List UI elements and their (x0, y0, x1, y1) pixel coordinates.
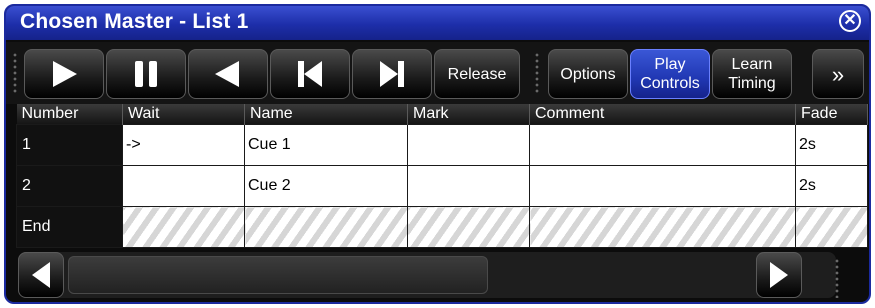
cell-name[interactable]: Cue 1 (244, 124, 408, 166)
cell-fade[interactable]: 2s (795, 165, 868, 207)
table-row[interactable]: 2 Cue 2 2s (16, 165, 868, 207)
cell-mark (407, 206, 530, 248)
column-header-name[interactable]: Name (244, 104, 408, 125)
cell-name (244, 206, 408, 248)
cell-wait[interactable] (122, 165, 245, 207)
scrollbar-thumb[interactable] (68, 256, 488, 294)
cell-comment[interactable] (529, 124, 796, 166)
chosen-master-window: Chosen Master - List 1 ✕ Release Options… (4, 4, 871, 304)
back-button[interactable] (188, 49, 268, 99)
skip-forward-button[interactable] (352, 49, 432, 99)
window-title: Chosen Master - List 1 (20, 10, 249, 33)
cell-comment[interactable] (529, 165, 796, 207)
play-icon (53, 61, 77, 87)
column-header-wait[interactable]: Wait (122, 104, 245, 125)
title-bar[interactable]: Chosen Master - List 1 ✕ (6, 6, 869, 40)
resize-grip-icon[interactable] (834, 258, 840, 298)
skip-back-button[interactable] (270, 49, 350, 99)
scroll-left-icon (32, 262, 50, 288)
play-controls-label: Play Controls (640, 56, 700, 92)
cell-wait[interactable]: -> (122, 124, 245, 166)
cell-name[interactable]: Cue 2 (244, 165, 408, 207)
cell-mark[interactable] (407, 165, 530, 207)
playback-toolbar: Release Options Play Controls Learn Timing… (6, 42, 869, 104)
column-header-fade[interactable]: Fade (795, 104, 868, 125)
scroll-right-icon (770, 262, 788, 288)
pause-button[interactable] (106, 49, 186, 99)
table-header-row: Number Wait Name Mark Comment Fade (16, 104, 868, 125)
table-row[interactable]: 1 -> Cue 1 2s (16, 124, 868, 166)
options-label: Options (560, 65, 616, 83)
cell-wait (122, 206, 245, 248)
chevron-double-right-icon: » (831, 61, 845, 87)
learn-timing-label: Learn Timing (728, 56, 776, 92)
release-button[interactable]: Release (434, 49, 520, 99)
play-button[interactable] (24, 49, 104, 99)
cell-fade (795, 206, 868, 248)
skip-forward-icon (380, 61, 404, 87)
cell-number[interactable]: End (16, 206, 123, 248)
skip-back-icon (298, 61, 322, 87)
more-button[interactable]: » (812, 49, 864, 99)
toolbar-grip-mid-icon[interactable] (534, 52, 540, 94)
options-button[interactable]: Options (548, 49, 628, 99)
column-header-mark[interactable]: Mark (407, 104, 530, 125)
close-icon[interactable]: ✕ (839, 10, 861, 32)
release-label: Release (447, 65, 507, 83)
cue-table: Number Wait Name Mark Comment Fade 1 -> … (16, 104, 868, 248)
cell-comment (529, 206, 796, 248)
play-controls-button[interactable]: Play Controls (630, 49, 710, 99)
pause-icon (135, 61, 157, 87)
column-header-number[interactable]: Number (16, 104, 123, 125)
cell-fade[interactable]: 2s (795, 124, 868, 166)
scroll-left-button[interactable] (18, 252, 64, 298)
learn-timing-button[interactable]: Learn Timing (712, 49, 792, 99)
horizontal-scrollbar[interactable] (18, 252, 836, 298)
scroll-right-button[interactable] (756, 252, 802, 298)
cell-number[interactable]: 1 (16, 124, 123, 166)
back-icon (215, 61, 239, 87)
column-header-comment[interactable]: Comment (529, 104, 796, 125)
cell-number[interactable]: 2 (16, 165, 123, 207)
cue-list-grid: Number Wait Name Mark Comment Fade 1 -> … (16, 104, 868, 248)
toolbar-grip-left-icon[interactable] (12, 52, 18, 94)
cell-mark[interactable] (407, 124, 530, 166)
table-row-end[interactable]: End (16, 206, 868, 248)
